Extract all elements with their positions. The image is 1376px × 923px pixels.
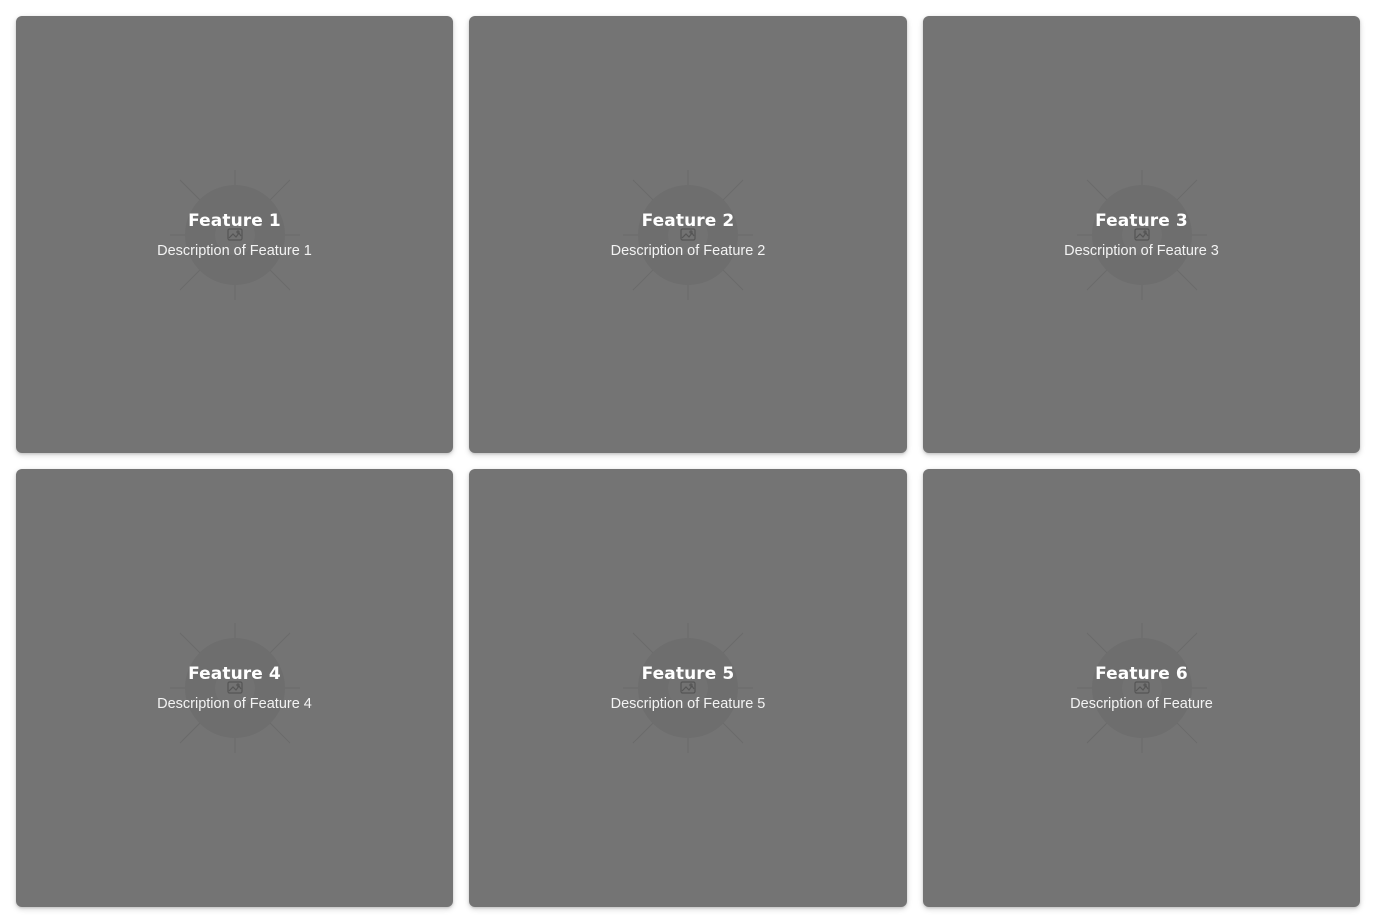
feature-title: Feature 3: [1095, 210, 1188, 231]
feature-title: Feature 4: [188, 664, 281, 684]
feature-card-6[interactable]: Feature 6 Description of Feature: [923, 469, 1360, 907]
feature-card-5[interactable]: Feature 5 Description of Feature 5: [469, 469, 907, 907]
feature-title: Feature 2: [641, 210, 735, 231]
feature-description: Description of Feature 1: [157, 242, 312, 259]
feature-card-2[interactable]: Feature 2 Description of Feature 2: [469, 16, 907, 453]
feature-title: Feature 5: [641, 664, 735, 684]
feature-description: Description of Feature 2: [610, 242, 766, 259]
feature-card-content: Feature 2 Description of Feature 2: [469, 210, 907, 260]
feature-grid: Feature 1 Description of Feature 1 Featu…: [16, 16, 1360, 907]
feature-card-4[interactable]: Feature 4 Description of Feature 4: [16, 469, 453, 907]
feature-title: Feature 6: [1095, 664, 1188, 684]
feature-card-content: Feature 4 Description of Feature 4: [16, 663, 453, 713]
feature-description: Description of Feature: [1070, 696, 1213, 712]
feature-description: Description of Feature 3: [1064, 242, 1219, 259]
feature-title: Feature 1: [188, 210, 281, 231]
feature-description: Description of Feature 4: [157, 696, 312, 712]
feature-card-content: Feature 5 Description of Feature 5: [469, 663, 907, 713]
feature-card-1[interactable]: Feature 1 Description of Feature 1: [16, 16, 453, 453]
feature-card-content: Feature 1 Description of Feature 1: [16, 210, 453, 260]
feature-description: Description of Feature 5: [610, 696, 766, 712]
feature-card-content: Feature 3 Description of Feature 3: [923, 210, 1360, 260]
feature-card-3[interactable]: Feature 3 Description of Feature 3: [923, 16, 1360, 453]
feature-card-content: Feature 6 Description of Feature: [923, 663, 1360, 713]
